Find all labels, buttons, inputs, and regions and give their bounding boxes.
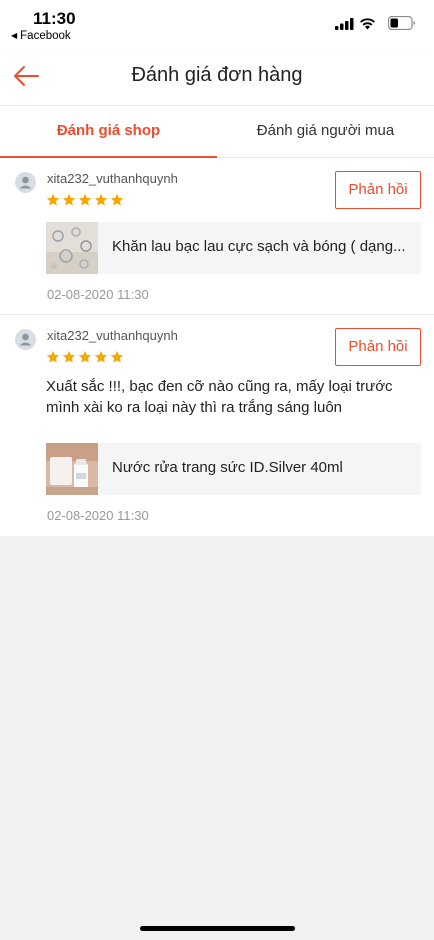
review-text: Xuất sắc !!!, bạc đen cỡ nào cũng ra, mấ… <box>46 378 393 416</box>
review-tabs: Đánh giá shop Đánh giá người mua <box>0 106 434 159</box>
product-card[interactable]: Nước rửa trang sức ID.Silver 40ml <box>46 443 421 495</box>
product-name: Khăn lau bạc lau cực sạch và bóng ( dạng… <box>112 238 406 255</box>
user-icon <box>19 333 32 346</box>
product-thumbnail <box>46 443 98 495</box>
star-icon <box>78 350 92 363</box>
status-bar: 11:30 ◀ Facebook <box>0 0 434 50</box>
star-icon <box>110 350 124 363</box>
back-app-label: Facebook <box>20 30 71 42</box>
star-icon <box>62 193 76 206</box>
star-icon <box>62 350 76 363</box>
user-icon <box>19 176 32 189</box>
star-icon <box>110 193 124 206</box>
home-indicator <box>140 926 295 931</box>
review-date: 02-08-2020 11:30 <box>47 508 149 523</box>
review-item: xita232_vuthanhquynh Phản hồi Xuất sắc !… <box>0 315 434 536</box>
nav-bar: Đánh giá đơn hàng <box>0 50 434 106</box>
review-date: 02-08-2020 11:30 <box>47 287 149 302</box>
star-icon <box>46 193 60 206</box>
page-title: Đánh giá đơn hàng <box>131 64 303 86</box>
reviewer-username: xita232_vuthanhquynh <box>47 328 178 343</box>
product-thumbnail <box>46 222 98 274</box>
avatar <box>15 329 36 350</box>
star-icon <box>78 193 92 206</box>
back-triangle-icon: ◀ <box>11 31 18 40</box>
star-rating <box>46 350 126 364</box>
reply-button[interactable]: Phản hồi <box>335 328 421 366</box>
star-rating <box>46 193 126 207</box>
wifi-icon <box>360 18 375 30</box>
star-icon <box>94 350 108 363</box>
product-name: Nước rửa trang sức ID.Silver 40ml <box>112 459 343 476</box>
back-to-app-link[interactable]: ◀ Facebook <box>11 30 71 42</box>
star-icon <box>94 193 108 206</box>
review-item: xita232_vuthanhquynh Phản hồi Khăn lau b… <box>0 158 434 315</box>
reply-button[interactable]: Phản hồi <box>335 171 421 209</box>
star-icon <box>46 350 60 363</box>
reviewer-username: xita232_vuthanhquynh <box>47 171 178 186</box>
battery-icon <box>388 16 415 30</box>
review-list: xita232_vuthanhquynh Phản hồi Khăn lau b… <box>0 158 434 536</box>
tab-buyer-reviews[interactable]: Đánh giá người mua <box>217 106 434 158</box>
tab-shop-reviews[interactable]: Đánh giá shop <box>0 106 217 159</box>
avatar <box>15 172 36 193</box>
signal-icon <box>335 18 354 30</box>
product-card[interactable]: Khăn lau bạc lau cực sạch và bóng ( dạng… <box>46 222 421 274</box>
status-time: 11:30 <box>33 9 76 28</box>
